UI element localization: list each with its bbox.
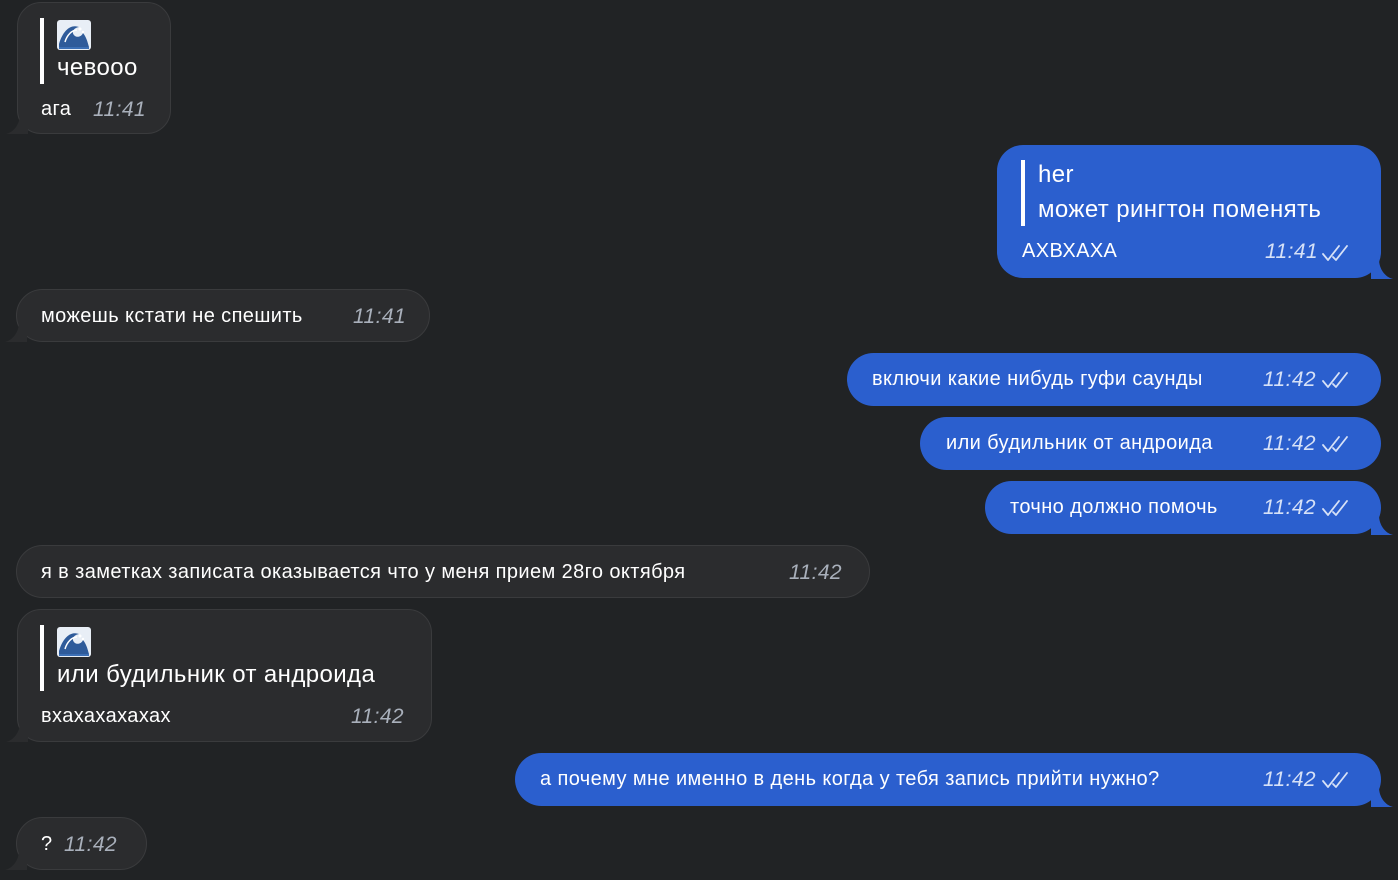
- message-time: 11:42: [351, 705, 404, 728]
- message-incoming[interactable]: или будильник от андроида вхахахахахах 1…: [17, 609, 432, 742]
- message-outgoing[interactable]: her может рингтон поменять АХВХАХА 11:41: [997, 145, 1381, 278]
- bubble-tail: [6, 722, 28, 742]
- message-text: а почему мне именно в день когда у тебя …: [540, 768, 1160, 790]
- reply-quote[interactable]: чевооо: [40, 18, 138, 84]
- double-check-icon: [1321, 434, 1351, 454]
- bubble-tail: [1371, 787, 1393, 807]
- message-incoming[interactable]: можешь кстати не спешить 11:41: [16, 289, 430, 342]
- message-outgoing[interactable]: или будильник от андроида 11:42: [920, 417, 1381, 470]
- message-time: 11:42: [1263, 496, 1316, 519]
- double-check-icon: [1321, 498, 1351, 518]
- reply-text: может рингтон поменять: [1038, 196, 1322, 223]
- reply-author: her: [1038, 161, 1074, 188]
- message-time: 11:42: [64, 833, 117, 856]
- message-incoming[interactable]: я в заметках записата оказывается что у …: [16, 545, 870, 598]
- message-text: можешь кстати не спешить: [41, 305, 303, 327]
- chat-history[interactable]: чевооо ага 11:41 her может рингтон помен…: [0, 0, 1398, 880]
- message-outgoing[interactable]: а почему мне именно в день когда у тебя …: [515, 753, 1381, 806]
- message-text: вхахахахахах: [41, 705, 171, 727]
- message-time: 11:41: [1265, 240, 1318, 263]
- double-check-icon: [1321, 243, 1351, 263]
- message-outgoing[interactable]: точно должно помочь 11:42: [985, 481, 1381, 534]
- message-outgoing[interactable]: включи какие нибудь гуфи саунды 11:42: [847, 353, 1381, 406]
- message-time: 11:42: [1263, 432, 1316, 455]
- reply-text: чевооо: [57, 54, 138, 81]
- message-incoming[interactable]: ? 11:42: [16, 817, 147, 870]
- message-time: 11:42: [1263, 768, 1316, 791]
- message-text: или будильник от андроида: [946, 432, 1213, 454]
- reply-text: или будильник от андроида: [57, 661, 376, 688]
- message-text: ага: [41, 98, 72, 120]
- bubble-tail: [1371, 515, 1393, 535]
- message-text: я в заметках записата оказывается что у …: [41, 561, 686, 583]
- message-text: включи какие нибудь гуфи саунды: [872, 368, 1203, 390]
- message-time: 11:42: [1263, 368, 1316, 391]
- wave-emoji-icon: [57, 627, 91, 657]
- double-check-icon: [1321, 370, 1351, 390]
- bubble-tail: [6, 114, 28, 134]
- bubble-tail: [5, 850, 27, 870]
- reply-quote[interactable]: или будильник от андроида: [40, 625, 375, 691]
- bubble-tail: [1371, 259, 1393, 279]
- message-time: 11:42: [789, 561, 842, 584]
- message-text: ?: [41, 833, 53, 855]
- bubble-tail: [5, 322, 27, 342]
- message-text: АХВХАХА: [1022, 240, 1118, 262]
- message-time: 11:41: [93, 98, 146, 121]
- message-incoming[interactable]: чевооо ага 11:41: [17, 2, 171, 134]
- reply-quote[interactable]: her может рингтон поменять: [1021, 160, 1321, 226]
- wave-emoji-icon: [57, 20, 91, 50]
- message-time: 11:41: [353, 305, 406, 328]
- message-text: точно должно помочь: [1010, 496, 1218, 518]
- double-check-icon: [1321, 770, 1351, 790]
